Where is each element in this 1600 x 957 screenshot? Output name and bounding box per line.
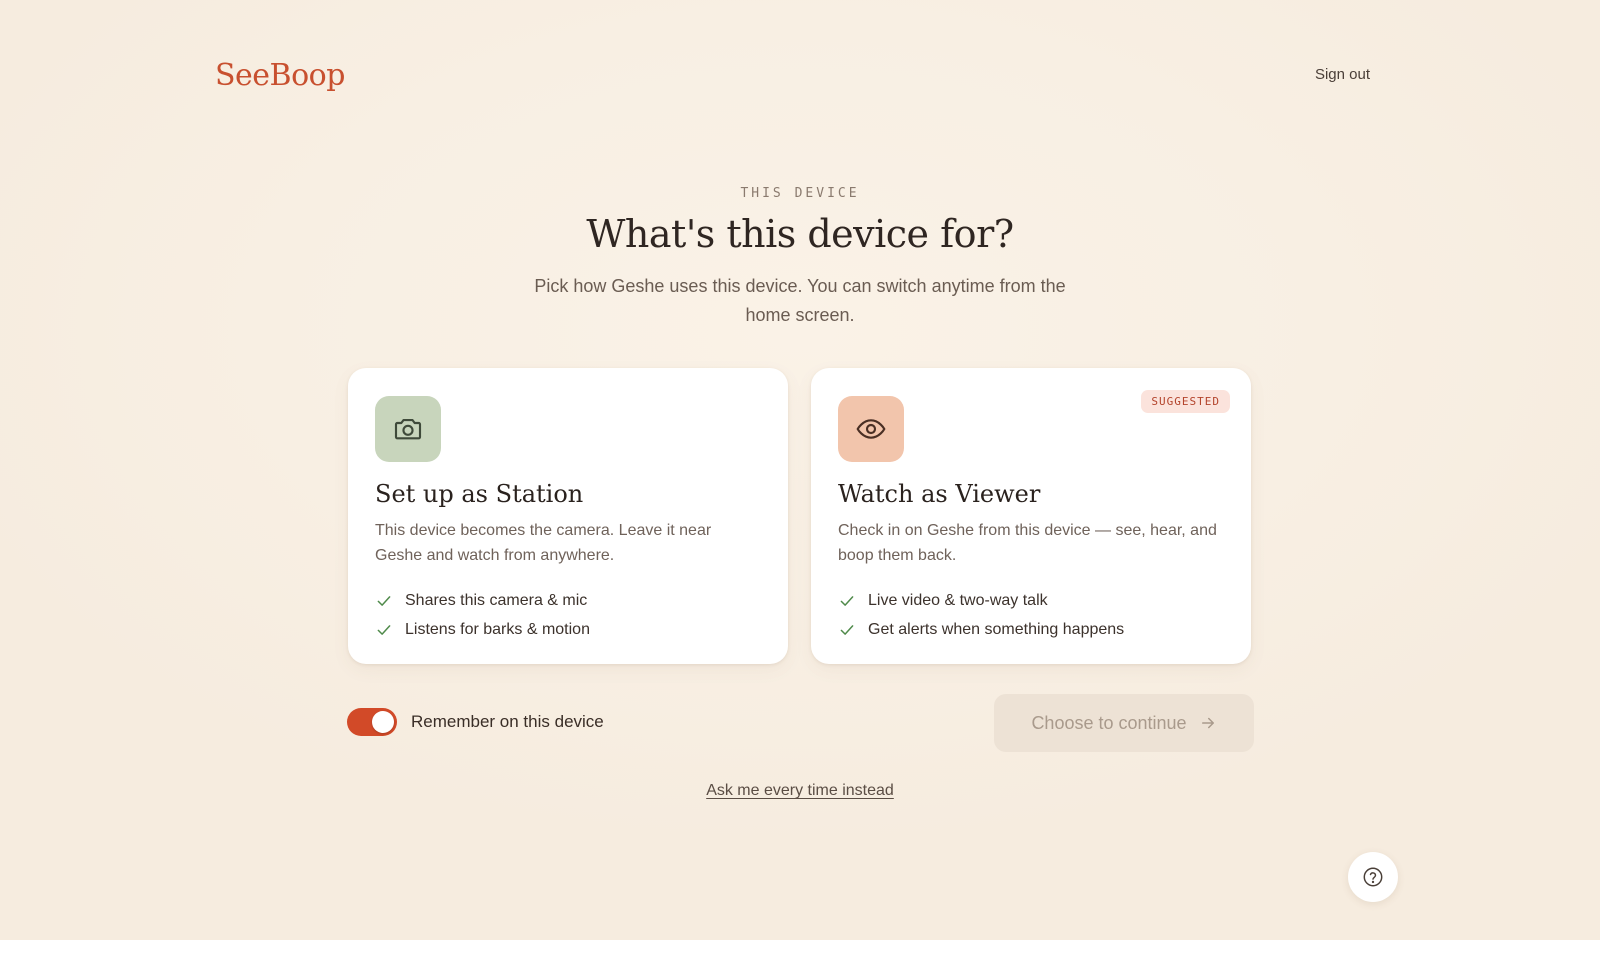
toggle-knob — [372, 711, 394, 733]
eye-icon — [856, 419, 886, 439]
sign-out-button[interactable]: Sign out — [1315, 66, 1370, 83]
page-background — [0, 0, 1600, 957]
page-title: What's this device for? — [586, 212, 1014, 256]
station-icon-tile — [375, 396, 441, 462]
viewer-option-card[interactable]: SUGGESTED Watch as Viewer Check in on Ge… — [811, 368, 1251, 664]
help-button[interactable] — [1348, 852, 1398, 902]
feature-label: Live video & two-way talk — [868, 591, 1048, 609]
feature-item: Listens for barks & motion — [375, 615, 590, 644]
ask-link-row: Ask me every time instead — [0, 782, 1600, 800]
feature-label: Listens for barks & motion — [405, 620, 590, 638]
check-icon — [840, 624, 854, 635]
ask-every-time-link[interactable]: Ask me every time instead — [706, 782, 894, 799]
help-icon — [1363, 867, 1383, 887]
remember-toggle[interactable] — [347, 708, 397, 736]
viewer-icon-tile — [838, 396, 904, 462]
remember-label: Remember on this device — [411, 712, 604, 731]
station-option-card[interactable]: Set up as Station This device becomes th… — [348, 368, 788, 664]
continue-button[interactable]: Choose to continue — [994, 694, 1254, 752]
camera-icon — [394, 419, 422, 440]
feature-label: Shares this camera & mic — [405, 591, 588, 609]
viewer-description: Check in on Geshe from this device — see… — [838, 522, 1217, 564]
remember-toggle-row[interactable]: Remember on this device — [347, 708, 604, 736]
arrow-right-icon — [1201, 717, 1214, 729]
eyebrow-label: THIS DEVICE — [740, 186, 860, 201]
station-title: Set up as Station — [375, 480, 584, 508]
continue-label: Choose to continue — [1031, 712, 1187, 733]
logo[interactable]: SeeBoop — [215, 58, 345, 93]
check-icon — [840, 595, 854, 606]
station-feature-list: Shares this camera & mic Listens for bar… — [375, 586, 590, 644]
feature-item: Shares this camera & mic — [375, 586, 590, 615]
feature-item: Get alerts when something happens — [838, 615, 1124, 644]
suggested-badge: SUGGESTED — [1141, 390, 1230, 413]
feature-label: Get alerts when something happens — [868, 620, 1125, 638]
bottom-edge — [0, 940, 1600, 957]
station-description: This device becomes the camera. Leave it… — [375, 522, 712, 564]
feature-item: Live video & two-way talk — [838, 586, 1124, 615]
page-subtitle: Pick how Geshe uses this device. You can… — [534, 276, 1066, 325]
check-icon — [377, 595, 391, 606]
check-icon — [377, 624, 391, 635]
viewer-title: Watch as Viewer — [838, 480, 1041, 508]
viewer-feature-list: Live video & two-way talk Get alerts whe… — [838, 586, 1124, 644]
